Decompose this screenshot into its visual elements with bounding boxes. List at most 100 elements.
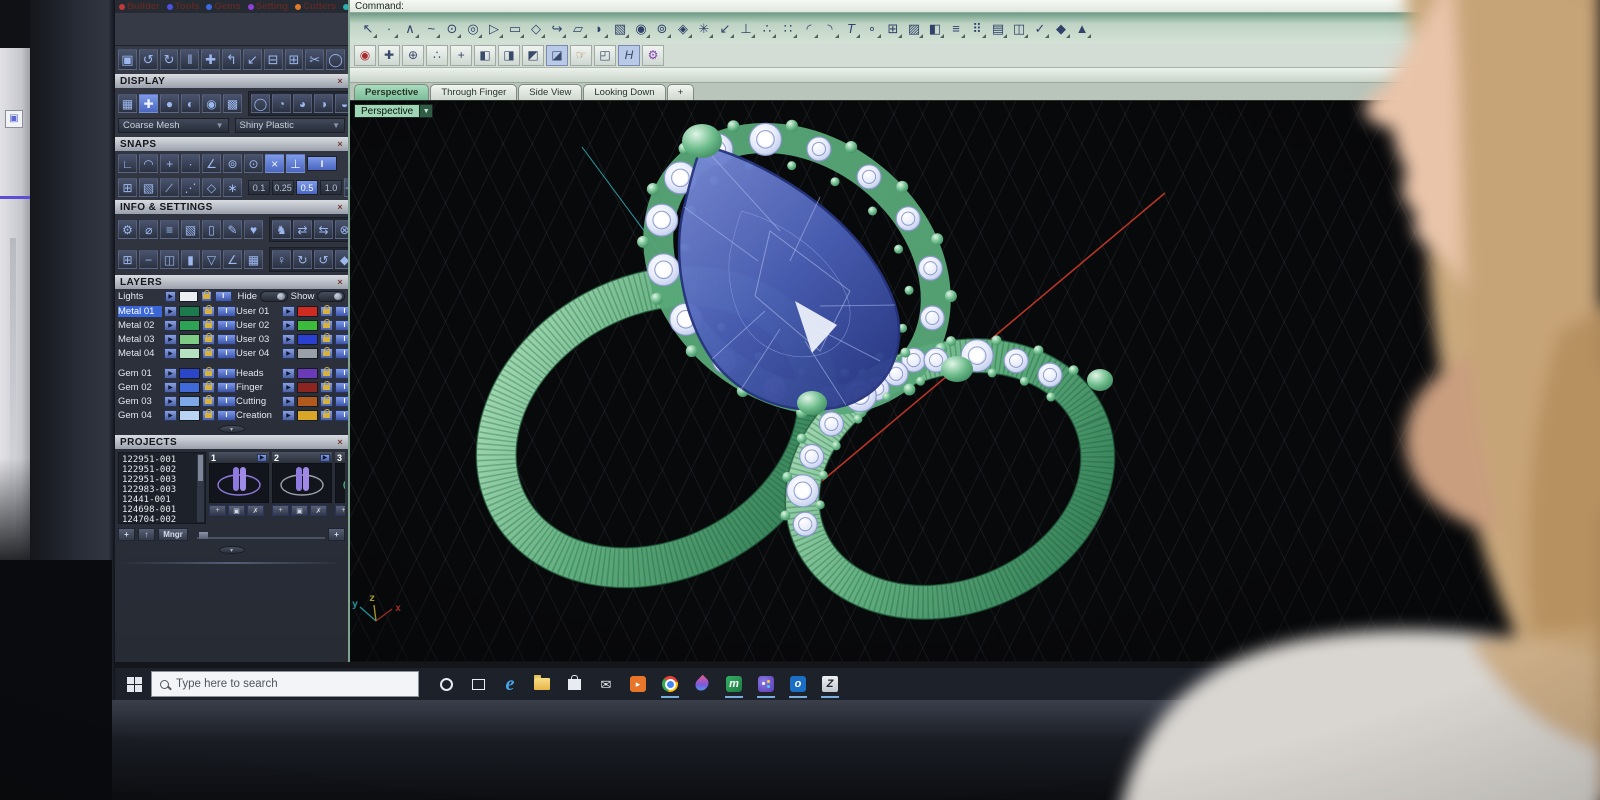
layer-lock-icon[interactable]: [320, 347, 333, 359]
material-grid-icon[interactable]: ▩: [223, 94, 242, 113]
cortana-icon[interactable]: [433, 670, 459, 698]
pull-icon[interactable]: ↙: [242, 49, 262, 70]
edge-icon[interactable]: e: [497, 670, 523, 698]
layer-row[interactable]: User 02 ▶ I: [236, 319, 354, 332]
inspect-icon[interactable]: ⌀: [139, 220, 158, 239]
layer-row[interactable]: Heads ▶ I: [236, 367, 354, 380]
viewport-tab[interactable]: +: [666, 84, 695, 100]
curve-tool-icon[interactable]: ~: [421, 17, 441, 39]
info-settings-header[interactable]: INFO & SETTINGS ×: [115, 200, 348, 214]
layer-row[interactable]: Metal 01 ▶ I: [118, 305, 236, 318]
layer-row[interactable]: Gem 01 ▶ I: [118, 367, 236, 380]
layer-lock-icon[interactable]: [320, 333, 333, 345]
center-snap-icon[interactable]: ⊙: [244, 154, 263, 173]
mesh-tool-icon[interactable]: ◆: [1051, 17, 1071, 39]
globe-icon[interactable]: ⊕: [402, 44, 424, 66]
viewport-tab[interactable]: Perspective: [354, 84, 430, 100]
hatch-tool-icon[interactable]: ▨: [904, 17, 924, 39]
thumb-flyout-icon[interactable]: ▶: [257, 453, 267, 462]
layer-visibility-toggle[interactable]: I: [215, 291, 232, 302]
layer-color-swatch[interactable]: [297, 382, 318, 393]
solid-tool-icon[interactable]: ◧: [925, 17, 945, 39]
viewport-tab[interactable]: Looking Down: [583, 84, 666, 100]
close-icon[interactable]: ×: [337, 139, 343, 149]
wireframe-sphere-icon[interactable]: ◯: [251, 94, 270, 113]
project-list-item[interactable]: 122951-001: [122, 455, 195, 465]
layer-lock-icon[interactable]: [320, 381, 333, 393]
layer-visibility-toggle[interactable]: I: [217, 348, 236, 359]
media-player-icon[interactable]: ▸: [625, 670, 651, 698]
layer-row[interactable]: Gem 03 ▶ I: [118, 395, 236, 408]
select-tool-icon[interactable]: ↖: [358, 17, 378, 39]
layer-expand-icon[interactable]: ▶: [165, 291, 177, 302]
layer-row[interactable]: Creation ▶ I: [236, 409, 354, 422]
freeform-tool-icon[interactable]: ↪: [547, 17, 567, 39]
layer-expand-icon[interactable]: ▶: [282, 306, 295, 317]
project-thumbnail[interactable]: 1 ▶ + ▣ ✗: [209, 452, 269, 524]
layer-row[interactable]: Metal 02 ▶ I: [118, 319, 236, 332]
layer-color-swatch[interactable]: [297, 410, 318, 421]
mirror-icon[interactable]: ⊞: [284, 49, 304, 70]
filter-icon[interactable]: ▽: [202, 250, 221, 269]
text-tool-icon[interactable]: T: [841, 17, 861, 39]
quad-snap-icon[interactable]: ⊚: [223, 154, 242, 173]
layer-row[interactable]: User 04 ▶ I: [236, 347, 354, 360]
layer-color-swatch[interactable]: [179, 348, 200, 359]
display-panel-header[interactable]: DISPLAY ×: [115, 74, 348, 88]
projects-panel-header[interactable]: PROJECTS ×: [115, 435, 348, 449]
thumbnail-slider[interactable]: [197, 530, 325, 539]
rendered-globe-icon[interactable]: ◉: [202, 94, 221, 113]
layer-visibility-toggle[interactable]: I: [217, 368, 236, 379]
layer-visibility-toggle[interactable]: I: [217, 320, 236, 331]
layer-color-swatch[interactable]: [179, 410, 200, 421]
layer-expand-icon[interactable]: ▶: [164, 396, 177, 407]
molecule-icon[interactable]: ∴: [426, 44, 448, 66]
box-mode-icon[interactable]: ▧: [139, 178, 158, 197]
figure-icon[interactable]: ♀: [272, 250, 291, 269]
view-cube-3-icon[interactable]: ◩: [522, 44, 544, 66]
layer-lock-icon[interactable]: [202, 333, 215, 345]
snaps-panel-header[interactable]: SNAPS ×: [115, 137, 348, 151]
export-icon[interactable]: ◰: [594, 44, 616, 66]
history-icon[interactable]: ♞: [272, 220, 291, 239]
layer-expand-icon[interactable]: ▶: [282, 334, 295, 345]
swap-b-icon[interactable]: ⇆: [314, 220, 333, 239]
layer-row[interactable]: Metal 03 ▶ I: [118, 333, 236, 346]
layer-visibility-toggle[interactable]: I: [217, 396, 236, 407]
view-cube-1-icon[interactable]: ◧: [474, 44, 496, 66]
hand-icon[interactable]: ☞: [570, 44, 592, 66]
layer-color-swatch[interactable]: [297, 348, 318, 359]
project-list-item[interactable]: 124704-002: [122, 515, 195, 523]
plane-snap-icon[interactable]: ◇: [202, 178, 221, 197]
layer-expand-icon[interactable]: ▶: [164, 334, 177, 345]
menu-item[interactable]: Gems: [206, 1, 241, 12]
matte-sphere-icon[interactable]: ◔: [272, 94, 291, 113]
delete-button[interactable]: ✗: [310, 505, 327, 516]
layer-lock-icon[interactable]: [320, 409, 333, 421]
record-icon[interactable]: ◉: [354, 44, 376, 66]
mesh-dropdown[interactable]: Coarse Mesh ▼: [118, 118, 229, 133]
points-group-tool-icon[interactable]: ∴: [757, 17, 777, 39]
layer-lock-icon[interactable]: [320, 395, 333, 407]
mail-icon[interactable]: ✉: [593, 670, 619, 698]
delete-button[interactable]: ✗: [247, 505, 264, 516]
cut-icon[interactable]: ✂: [305, 49, 325, 70]
dark-sphere-icon[interactable]: ◑: [314, 94, 333, 113]
file-explorer-icon[interactable]: [529, 670, 555, 698]
save-button[interactable]: ▣: [291, 505, 308, 516]
project-list-item[interactable]: 122983-003: [122, 485, 195, 495]
edit-points-tool-icon[interactable]: ∘: [862, 17, 882, 39]
library-icon[interactable]: ▮: [181, 250, 200, 269]
near-snap-icon[interactable]: ◠: [139, 154, 158, 173]
layer-visibility-toggle[interactable]: I: [217, 382, 236, 393]
menu-item[interactable]: Setting: [247, 1, 288, 12]
array-tool-icon[interactable]: ⊞: [883, 17, 903, 39]
task-view-icon[interactable]: [465, 670, 491, 698]
scrollbar[interactable]: [10, 238, 16, 538]
line-snap-icon[interactable]: ∕: [160, 178, 179, 197]
collapse-pill[interactable]: ▾: [218, 425, 245, 433]
grid-display-icon[interactable]: ▦: [118, 94, 137, 113]
revolve-tool-icon[interactable]: ◈: [673, 17, 693, 39]
layer-expand-icon[interactable]: ▶: [282, 396, 295, 407]
layer-color-swatch[interactable]: [297, 306, 318, 317]
